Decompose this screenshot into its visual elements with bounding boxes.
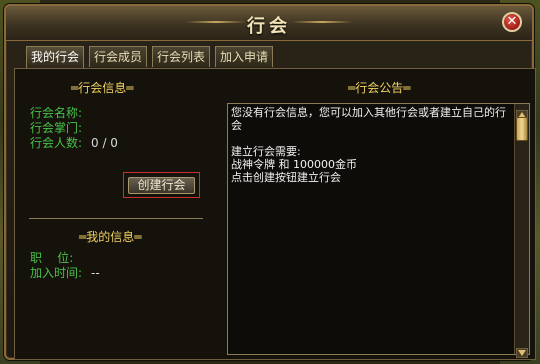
title-bar[interactable]: 行会 ✕	[6, 6, 532, 41]
tab-my-guild[interactable]: 我的行会	[26, 46, 85, 69]
scroll-thumb[interactable]	[516, 117, 528, 141]
tab-bar: 我的行会 行会成员 行会列表 加入申请	[26, 46, 274, 69]
notice-heading: ═行会公告═	[348, 81, 411, 95]
tab-guild-list[interactable]: 行会列表	[152, 46, 211, 67]
triangle-down-icon	[515, 347, 529, 359]
join-time-value: --	[91, 266, 100, 280]
section-divider	[29, 218, 203, 219]
guild-members-value: 0 / 0	[91, 136, 118, 150]
guild-members-label: 行会人数:	[30, 136, 83, 150]
guild-notice-text: 您没有行会信息，您可以加入其他行会或者建立自己的行会 建立行会需要: 战神令牌 …	[231, 106, 506, 184]
notice-scrollbar[interactable]	[514, 104, 529, 359]
title-ornament-right	[292, 21, 352, 23]
my-info-heading: ═我的信息═	[79, 230, 142, 244]
tab-guild-members[interactable]: 行会成员	[89, 46, 148, 67]
create-button-highlight: 创建行会	[123, 172, 200, 198]
close-button[interactable]: ✕	[502, 12, 522, 32]
scroll-up-button[interactable]	[515, 105, 529, 121]
guild-leader-label: 行会掌门:	[30, 121, 83, 135]
join-time-label: 加入时间:	[30, 266, 83, 280]
create-guild-button[interactable]: 创建行会	[128, 177, 195, 194]
guild-info-heading: ═行会信息═	[71, 81, 134, 95]
guild-window: 行会 ✕ 我的行会 行会成员 行会列表 加入申请 ═行会信息═ 行会名称: 行会…	[4, 4, 536, 360]
guild-name-label: 行会名称:	[30, 106, 83, 120]
position-label: 职 位:	[30, 251, 74, 265]
window-title: 行会	[247, 16, 291, 37]
tab-join-requests[interactable]: 加入申请	[215, 46, 274, 67]
guild-notice-box[interactable]: 您没有行会信息，您可以加入其他行会或者建立自己的行会 建立行会需要: 战神令牌 …	[227, 103, 530, 359]
tab-content-panel: ═行会信息═ 行会名称: 行会掌门: 行会人数: 0 / 0 创建行会 ═我的信…	[14, 68, 536, 360]
close-x-icon: ✕	[506, 14, 518, 29]
scroll-down-button[interactable]	[515, 343, 529, 359]
